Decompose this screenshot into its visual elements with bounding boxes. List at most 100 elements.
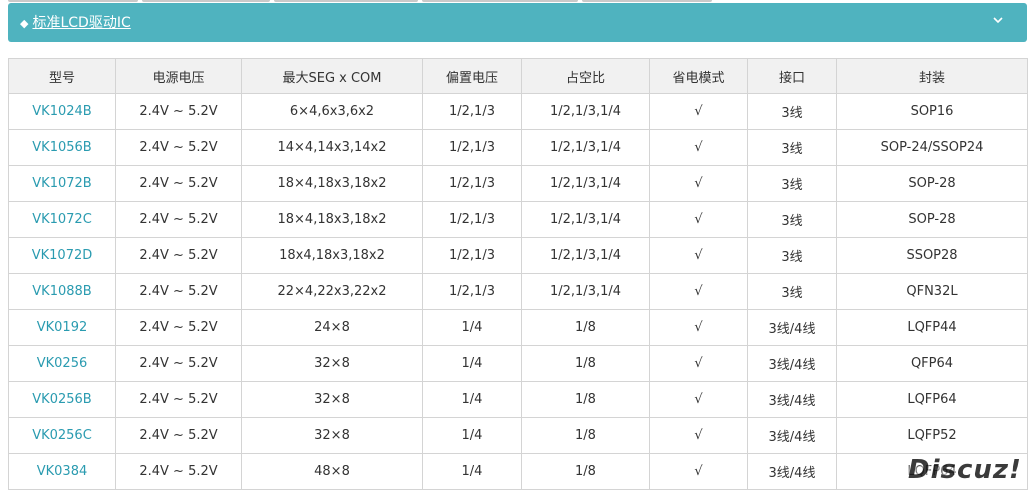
table-row: VK0192 2.4V ~ 5.2V 24×8 1/4 1/8 √ 3线/4线 LQFP44 — [8, 309, 1028, 346]
interface-cell: 3线/4线 — [747, 345, 837, 382]
voltage-cell: 2.4V ~ 5.2V — [115, 165, 242, 202]
interface-cell: 3线/4线 — [747, 417, 837, 454]
duty-cell: 1/8 — [521, 345, 650, 382]
lcd-driver-table: 型号 电源电压 最大SEG x COM 偏置电压 占空比 省电模式 接口 封装 … — [8, 58, 1028, 490]
model-cell[interactable]: VK1072C — [8, 201, 116, 238]
power-save-cell: √ — [649, 165, 748, 202]
model-cell[interactable]: VK1072D — [8, 237, 116, 274]
voltage-cell: 2.4V ~ 5.2V — [115, 93, 242, 130]
column-header-power-save: 省电模式 — [649, 58, 748, 94]
interface-cell: 3线/4线 — [747, 381, 837, 418]
bias-cell: 1/2,1/3 — [422, 129, 522, 166]
table-row: VK1024B 2.4V ~ 5.2V 6×4,6x3,6x2 1/2,1/3 1/2,… — [8, 93, 1028, 130]
table-row: VK0256C 2.4V ~ 5.2V 32×8 1/4 1/8 √ 3线/4线 LQFP52 — [8, 417, 1028, 454]
duty-cell: 1/2,1/3,1/4 — [521, 201, 650, 238]
voltage-cell: 2.4V ~ 5.2V — [115, 345, 242, 382]
interface-cell: 3线 — [747, 273, 837, 310]
interface-cell: 3线 — [747, 165, 837, 202]
interface-cell: 3线 — [747, 129, 837, 166]
power-save-cell: √ — [649, 309, 748, 346]
bias-cell: 1/2,1/3 — [422, 93, 522, 130]
duty-cell: 1/8 — [521, 381, 650, 418]
interface-cell: 3线 — [747, 201, 837, 238]
model-cell[interactable]: VK0256 — [8, 345, 116, 382]
column-header-supply-voltage: 电源电压 — [115, 58, 242, 94]
voltage-cell: 2.4V ~ 5.2V — [115, 237, 242, 274]
interface-cell: 3线/4线 — [747, 453, 837, 490]
tab-stub[interactable] — [274, 0, 418, 2]
duty-cell: 1/8 — [521, 417, 650, 454]
voltage-cell: 2.4V ~ 5.2V — [115, 381, 242, 418]
package-cell: SOP-28 — [836, 201, 1028, 238]
model-cell[interactable]: VK1024B — [8, 93, 116, 130]
model-cell[interactable]: VK0384 — [8, 453, 116, 490]
discuz-watermark: Discuz! — [908, 455, 1022, 485]
table-row: VK0384 2.4V ~ 5.2V 48×8 1/4 1/8 √ 3线/4线 LQFP64 — [8, 453, 1028, 490]
tab-stub[interactable] — [582, 0, 712, 2]
table-row: VK0256B 2.4V ~ 5.2V 32×8 1/4 1/8 √ 3线/4线 LQFP64 — [8, 381, 1028, 418]
interface-cell: 3线 — [747, 237, 837, 274]
package-cell: SOP-28 — [836, 165, 1028, 202]
model-cell[interactable]: VK0192 — [8, 309, 116, 346]
voltage-cell: 2.4V ~ 5.2V — [115, 273, 242, 310]
bias-cell: 1/4 — [422, 309, 522, 346]
package-cell: SOP-24/SSOP24 — [836, 129, 1028, 166]
seg-com-cell: 32×8 — [241, 381, 423, 418]
power-save-cell: √ — [649, 345, 748, 382]
duty-cell: 1/2,1/3,1/4 — [521, 93, 650, 130]
power-save-cell: √ — [649, 93, 748, 130]
table-header-row: 型号 电源电压 最大SEG x COM 偏置电压 占空比 省电模式 接口 封装 — [8, 58, 1028, 94]
column-header-bias: 偏置电压 — [422, 58, 522, 94]
tab-stub[interactable] — [142, 0, 270, 2]
section-title-link[interactable]: ◆ 标准LCD驱动IC — [20, 14, 131, 33]
model-cell[interactable]: VK1056B — [8, 129, 116, 166]
table-row: VK1088B 2.4V ~ 5.2V 22×4,22x3,22x2 1/2,1/3 1… — [8, 273, 1028, 310]
power-save-cell: √ — [649, 381, 748, 418]
diamond-bullet-icon: ◆ — [20, 17, 29, 30]
seg-com-cell: 18x4,18x3,18x2 — [241, 237, 423, 274]
table-row: VK1056B 2.4V ~ 5.2V 14×4,14x3,14x2 1/2,1/3 1… — [8, 129, 1028, 166]
bias-cell: 1/2,1/3 — [422, 273, 522, 310]
bias-cell: 1/4 — [422, 453, 522, 490]
table-row: VK0256 2.4V ~ 5.2V 32×8 1/4 1/8 √ 3线/4线 QFP64 — [8, 345, 1028, 382]
tab-stub[interactable] — [8, 0, 138, 2]
voltage-cell: 2.4V ~ 5.2V — [115, 201, 242, 238]
column-header-model: 型号 — [8, 58, 116, 94]
section-header[interactable]: ◆ 标准LCD驱动IC — [8, 3, 1027, 42]
model-cell[interactable]: VK0256C — [8, 417, 116, 454]
seg-com-cell: 14×4,14x3,14x2 — [241, 129, 423, 166]
package-cell: QFP64 — [836, 345, 1028, 382]
package-cell: LQFP52 — [836, 417, 1028, 454]
column-header-package: 封装 — [836, 58, 1028, 94]
lcd-driver-table-container: 型号 电源电压 最大SEG x COM 偏置电压 占空比 省电模式 接口 封装 … — [8, 58, 1028, 490]
seg-com-cell: 32×8 — [241, 345, 423, 382]
seg-com-cell: 32×8 — [241, 417, 423, 454]
column-header-duty: 占空比 — [521, 58, 650, 94]
model-cell[interactable]: VK1088B — [8, 273, 116, 310]
power-save-cell: √ — [649, 453, 748, 490]
bias-cell: 1/2,1/3 — [422, 165, 522, 202]
interface-cell: 3线/4线 — [747, 309, 837, 346]
chevron-down-icon[interactable] — [991, 13, 1005, 27]
duty-cell: 1/2,1/3,1/4 — [521, 237, 650, 274]
duty-cell: 1/8 — [521, 309, 650, 346]
duty-cell: 1/2,1/3,1/4 — [521, 165, 650, 202]
duty-cell: 1/8 — [521, 453, 650, 490]
duty-cell: 1/2,1/3,1/4 — [521, 129, 650, 166]
duty-cell: 1/2,1/3,1/4 — [521, 273, 650, 310]
seg-com-cell: 18×4,18x3,18x2 — [241, 165, 423, 202]
seg-com-cell: 22×4,22x3,22x2 — [241, 273, 423, 310]
section-title-text[interactable]: 标准LCD驱动IC — [32, 15, 130, 31]
column-header-interface: 接口 — [747, 58, 837, 94]
model-cell[interactable]: VK1072B — [8, 165, 116, 202]
model-cell[interactable]: VK0256B — [8, 381, 116, 418]
package-cell: SSOP28 — [836, 237, 1028, 274]
seg-com-cell: 18×4,18x3,18x2 — [241, 201, 423, 238]
power-save-cell: √ — [649, 417, 748, 454]
power-save-cell: √ — [649, 129, 748, 166]
bias-cell: 1/2,1/3 — [422, 201, 522, 238]
tab-stub[interactable] — [422, 0, 578, 2]
bias-cell: 1/4 — [422, 381, 522, 418]
seg-com-cell: 48×8 — [241, 453, 423, 490]
bias-cell: 1/4 — [422, 417, 522, 454]
